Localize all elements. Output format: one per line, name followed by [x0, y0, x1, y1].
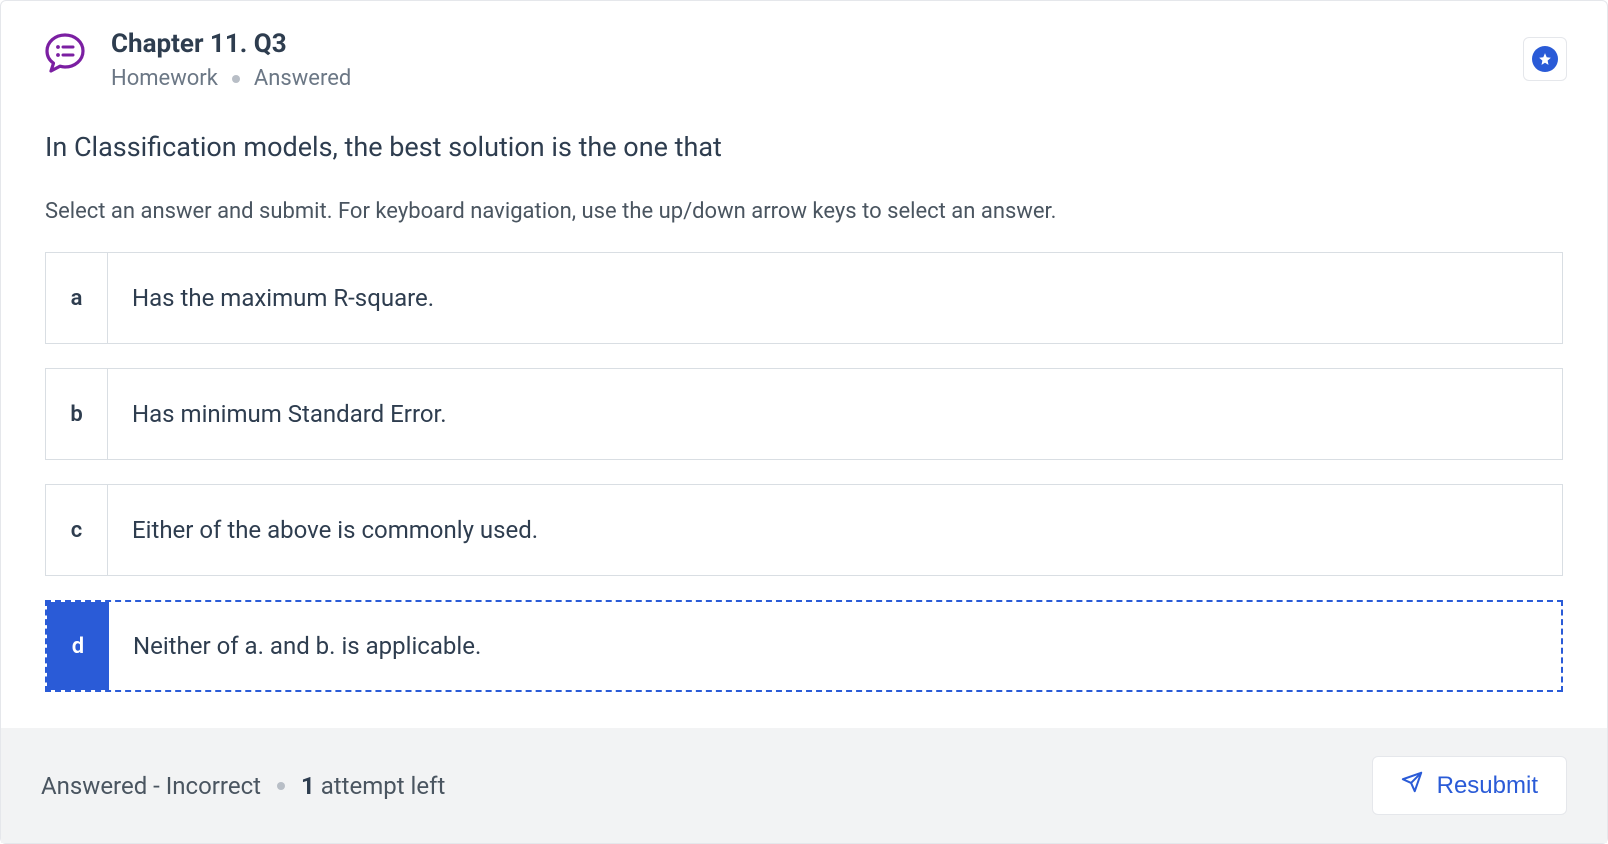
answer-option-b[interactable]: b Has minimum Standard Error. — [45, 368, 1563, 460]
option-letter: a — [46, 253, 108, 343]
question-card: Chapter 11. Q3 Homework Answered In Clas… — [0, 0, 1608, 844]
resubmit-label: Resubmit — [1437, 772, 1538, 800]
question-type-label: Homework — [111, 66, 218, 91]
resubmit-button[interactable]: Resubmit — [1372, 756, 1567, 815]
attempts-left: 1 attempt left — [301, 772, 445, 800]
answer-options: a Has the maximum R-square. b Has minimu… — [45, 252, 1563, 692]
favorite-button[interactable] — [1523, 37, 1567, 81]
answer-option-d[interactable]: d Neither of a. and b. is applicable. — [45, 600, 1563, 692]
answer-option-a[interactable]: a Has the maximum R-square. — [45, 252, 1563, 344]
question-status-label: Answered — [254, 66, 351, 91]
question-text: In Classification models, the best solut… — [45, 131, 1563, 163]
option-text: Has the maximum R-square. — [108, 253, 1562, 343]
question-content: In Classification models, the best solut… — [1, 91, 1607, 728]
question-meta: Homework Answered — [111, 66, 351, 91]
separator-dot-icon — [277, 782, 285, 790]
attempts-suffix: attempt left — [315, 772, 446, 800]
quiz-icon — [41, 29, 89, 77]
attempts-number: 1 — [301, 772, 315, 800]
star-icon — [1532, 46, 1558, 72]
question-footer: Answered - Incorrect 1 attempt left Resu… — [1, 728, 1607, 843]
option-letter: d — [47, 602, 109, 690]
status-text: Answered - Incorrect 1 attempt left — [41, 772, 445, 800]
answered-status: Answered - Incorrect — [41, 772, 261, 800]
title-block: Chapter 11. Q3 Homework Answered — [111, 29, 351, 91]
question-header: Chapter 11. Q3 Homework Answered — [1, 1, 1607, 91]
separator-dot-icon — [232, 75, 240, 83]
option-letter: c — [46, 485, 108, 575]
question-title: Chapter 11. Q3 — [111, 29, 351, 60]
option-text: Either of the above is commonly used. — [108, 485, 1562, 575]
option-letter: b — [46, 369, 108, 459]
option-text: Has minimum Standard Error. — [108, 369, 1562, 459]
option-text: Neither of a. and b. is applicable. — [109, 602, 1561, 690]
send-icon — [1401, 771, 1423, 800]
instructions-text: Select an answer and submit. For keyboar… — [45, 199, 1563, 224]
answer-option-c[interactable]: c Either of the above is commonly used. — [45, 484, 1563, 576]
